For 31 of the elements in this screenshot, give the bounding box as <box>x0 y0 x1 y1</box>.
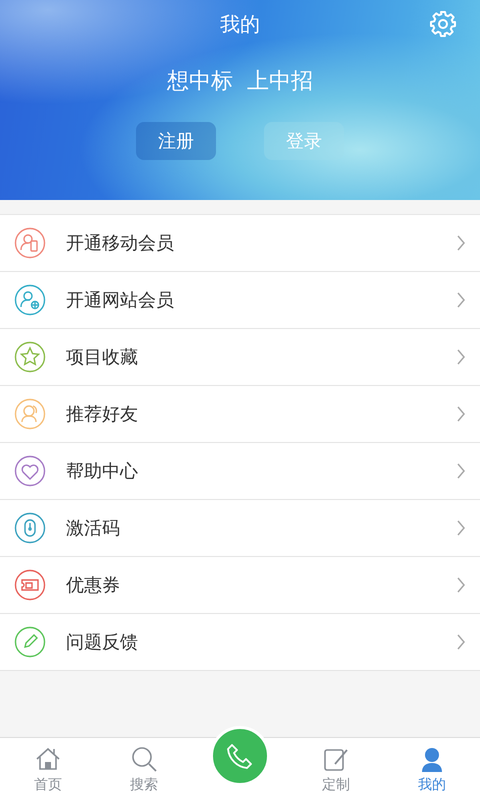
chevron-icon <box>456 462 466 480</box>
register-button[interactable]: 注册 <box>136 122 216 160</box>
menu-item[interactable]: 开通网站会员 <box>0 272 480 329</box>
chevron-icon <box>456 633 466 651</box>
menu-label: 优惠券 <box>66 574 121 597</box>
menu-label: 帮助中心 <box>66 460 139 483</box>
tab-item[interactable]: 我的 <box>384 738 480 800</box>
menu-item[interactable]: 优惠券 <box>0 557 480 614</box>
menu-label: 问题反馈 <box>66 631 139 654</box>
menu-label: 开通网站会员 <box>66 289 175 312</box>
menu-item[interactable]: 帮助中心 <box>0 443 480 500</box>
menu-label: 推荐好友 <box>66 403 139 426</box>
chevron-icon <box>456 291 466 309</box>
chevron-icon <box>456 348 466 366</box>
menu-item[interactable]: 推荐好友 <box>0 386 480 443</box>
chevron-icon <box>456 405 466 423</box>
menu-item[interactable]: 激活码 <box>0 500 480 557</box>
chevron-icon <box>456 519 466 537</box>
menu-label: 激活码 <box>66 517 121 540</box>
slogan-text: 上中招 <box>247 68 313 96</box>
page-title: 我的 <box>220 10 260 38</box>
chevron-icon <box>456 234 466 252</box>
menu-label: 项目收藏 <box>66 346 139 369</box>
settings-icon[interactable] <box>428 9 458 39</box>
slogan-text: 想中标 <box>167 68 233 96</box>
menu-label: 开通移动会员 <box>66 232 175 255</box>
menu-item[interactable]: 项目收藏 <box>0 329 480 386</box>
menu-item[interactable]: 问题反馈 <box>0 614 480 671</box>
search-icon <box>129 744 159 774</box>
chevron-icon <box>456 576 466 594</box>
menu-item[interactable]: 开通移动会员 <box>0 215 480 272</box>
